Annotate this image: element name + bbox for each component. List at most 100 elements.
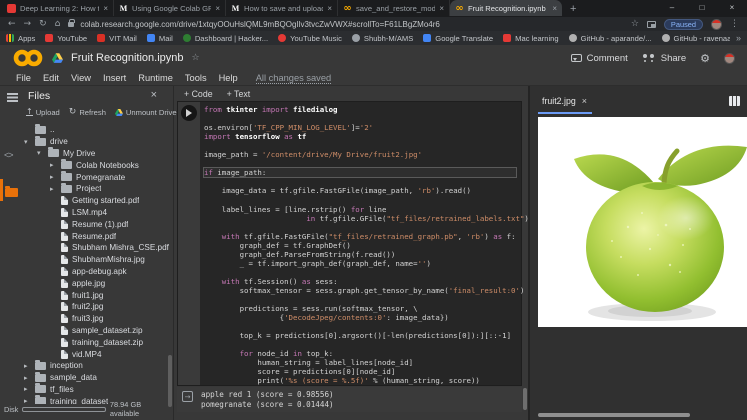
- bookmark-item[interactable]: GitHub - aparande/...: [569, 34, 652, 43]
- add-text-button[interactable]: + Text: [227, 89, 251, 99]
- tree-item[interactable]: Resume.pdf: [22, 230, 170, 242]
- tree-item[interactable]: sample_dataset.zip: [22, 325, 170, 337]
- menu-view[interactable]: View: [71, 73, 91, 83]
- new-tab-button[interactable]: +: [570, 3, 576, 15]
- account-avatar[interactable]: [724, 53, 735, 64]
- menu-insert[interactable]: Insert: [103, 73, 126, 83]
- tree-item[interactable]: Resume (1).pdf: [22, 218, 170, 230]
- settings-gear-icon[interactable]: ⚙: [700, 52, 710, 65]
- kebab-menu-icon[interactable]: ⋮: [730, 19, 739, 29]
- notebook-title[interactable]: Fruit Recognition.ipynb: [71, 52, 184, 64]
- maximize-button[interactable]: □: [687, 0, 717, 16]
- tree-item[interactable]: fruit3.jpg: [22, 313, 170, 325]
- refresh-button[interactable]: ↻ Refresh: [69, 107, 106, 117]
- files-rail-icon[interactable]: [5, 184, 18, 202]
- bookmarks-overflow-icon[interactable]: »: [736, 33, 741, 43]
- tree-arrow-icon[interactable]: ▾: [37, 149, 44, 157]
- tree-arrow-icon[interactable]: ▸: [50, 173, 57, 181]
- bookmark-item[interactable]: VIT Mail: [97, 34, 137, 43]
- image-panel-hscrollbar[interactable]: [538, 413, 690, 417]
- tab-close-icon[interactable]: ×: [103, 4, 108, 13]
- add-code-button[interactable]: + Code: [184, 89, 213, 99]
- bookmark-item[interactable]: Mail: [147, 34, 173, 43]
- bookmark-star-icon[interactable]: ☆: [631, 19, 639, 29]
- tree-item[interactable]: fruit2.jpg: [22, 301, 170, 313]
- minimize-button[interactable]: –: [657, 0, 687, 16]
- bookmark-item[interactable]: Shubh-M/AMS: [352, 34, 413, 43]
- share-button[interactable]: Share: [642, 53, 686, 64]
- star-notebook-icon[interactable]: ☆: [192, 53, 200, 63]
- code-snippets-icon[interactable]: <>: [4, 150, 13, 160]
- extension-paused-badge[interactable]: Paused: [664, 19, 703, 30]
- menu-help[interactable]: Help: [219, 73, 238, 83]
- tree-arrow-icon[interactable]: ▸: [24, 374, 31, 382]
- bookmark-item[interactable]: Apps: [6, 34, 35, 43]
- tree-arrow-icon[interactable]: ▸: [50, 185, 57, 193]
- bookmark-item[interactable]: Dashboard | Hacker...: [183, 34, 268, 43]
- tree-item[interactable]: vid.MP4: [22, 348, 170, 360]
- tab-close-icon[interactable]: ×: [552, 4, 557, 13]
- comment-button[interactable]: Comment: [571, 53, 628, 64]
- tree-item[interactable]: ..: [22, 124, 170, 136]
- browser-avatar[interactable]: [711, 19, 722, 30]
- browser-tab[interactable]: ∞save_and_restore_models.ipynb×: [338, 0, 450, 16]
- unmount-drive-button[interactable]: Unmount Drive: [115, 108, 177, 117]
- menu-runtime[interactable]: Runtime: [138, 73, 173, 83]
- tree-item[interactable]: LSM.mp4: [22, 207, 170, 219]
- image-tab-close-icon[interactable]: ×: [582, 96, 587, 106]
- tree-arrow-icon[interactable]: ▾: [24, 138, 31, 146]
- menu-tools[interactable]: Tools: [185, 73, 207, 83]
- pip-icon[interactable]: [647, 21, 656, 28]
- notebook-scrollbar[interactable]: [523, 388, 527, 410]
- tree-arrow-icon[interactable]: ▸: [24, 362, 31, 370]
- tree-item[interactable]: Shubham Mishra_CSE.pdf: [22, 242, 170, 254]
- tree-item[interactable]: ▸inception: [22, 360, 170, 372]
- menu-file[interactable]: File: [16, 73, 31, 83]
- browser-tab[interactable]: MHow to save and upload Deep L×: [226, 0, 338, 16]
- tab-close-icon[interactable]: ×: [439, 4, 444, 13]
- bookmark-item[interactable]: YouTube: [45, 34, 87, 43]
- upload-label: Upload: [36, 108, 60, 117]
- tab-close-icon[interactable]: ×: [327, 4, 332, 13]
- bookmark-item[interactable]: Mac learning: [503, 34, 558, 43]
- tree-item[interactable]: ▸Project: [22, 183, 170, 195]
- home-icon[interactable]: ⌂: [55, 19, 61, 29]
- bookmark-item[interactable]: GitHub - ravenaaa...: [662, 34, 730, 43]
- code-line: graph_def.ParseFromString(f.read()): [204, 250, 519, 259]
- tree-item[interactable]: app-debug.apk: [22, 266, 170, 278]
- files-close-icon[interactable]: ×: [151, 89, 157, 101]
- image-tab[interactable]: fruit2.jpg ×: [542, 96, 587, 106]
- browser-tab[interactable]: Deep Learning 2: How to Uploa×: [2, 0, 114, 16]
- reload-icon[interactable]: ↻: [39, 19, 47, 29]
- tree-item[interactable]: ▸tf_files: [22, 384, 170, 396]
- code-editor[interactable]: from tkinter import filedialog os.enviro…: [204, 105, 519, 385]
- tree-item[interactable]: ▸Pomegranate: [22, 171, 170, 183]
- browser-tab[interactable]: MUsing Google Colab GPU VM + ×: [114, 0, 226, 16]
- bookmark-item[interactable]: YouTube Music: [278, 34, 342, 43]
- menu-edit[interactable]: Edit: [43, 73, 59, 83]
- tab-close-icon[interactable]: ×: [215, 4, 220, 13]
- tree-arrow-icon[interactable]: ▸: [24, 385, 31, 393]
- tree-item[interactable]: Getting started.pdf: [22, 195, 170, 207]
- hamburger-icon[interactable]: [7, 93, 18, 95]
- back-icon[interactable]: ←: [8, 19, 16, 29]
- upload-button[interactable]: ↑ Upload: [26, 108, 60, 117]
- tree-arrow-icon[interactable]: ▸: [50, 161, 57, 169]
- bookmark-item[interactable]: Google Translate: [423, 34, 493, 43]
- tree-item[interactable]: apple.jpg: [22, 277, 170, 289]
- browser-tab[interactable]: ∞Fruit Recognition.ipynb - Colab×: [450, 0, 562, 16]
- tree-item[interactable]: ▾drive: [22, 136, 170, 148]
- run-cell-button[interactable]: [181, 105, 197, 121]
- tree-item[interactable]: fruit1.jpg: [22, 289, 170, 301]
- files-scrollbar[interactable]: [168, 355, 172, 407]
- forward-icon[interactable]: →: [24, 19, 32, 29]
- layout-columns-icon[interactable]: [729, 96, 740, 106]
- save-status[interactable]: All changes saved: [256, 73, 331, 84]
- tree-item[interactable]: ShubhamMishra.jpg: [22, 254, 170, 266]
- tree-item[interactable]: ▸sample_data: [22, 372, 170, 384]
- close-button[interactable]: ×: [717, 0, 747, 16]
- tree-item[interactable]: training_dataset.zip: [22, 336, 170, 348]
- address-bar[interactable]: colab.research.google.com/drive/1xtqyOOu…: [80, 20, 622, 29]
- tree-item[interactable]: ▾My Drive: [22, 148, 170, 160]
- tree-item[interactable]: ▸Colab Notebooks: [22, 159, 170, 171]
